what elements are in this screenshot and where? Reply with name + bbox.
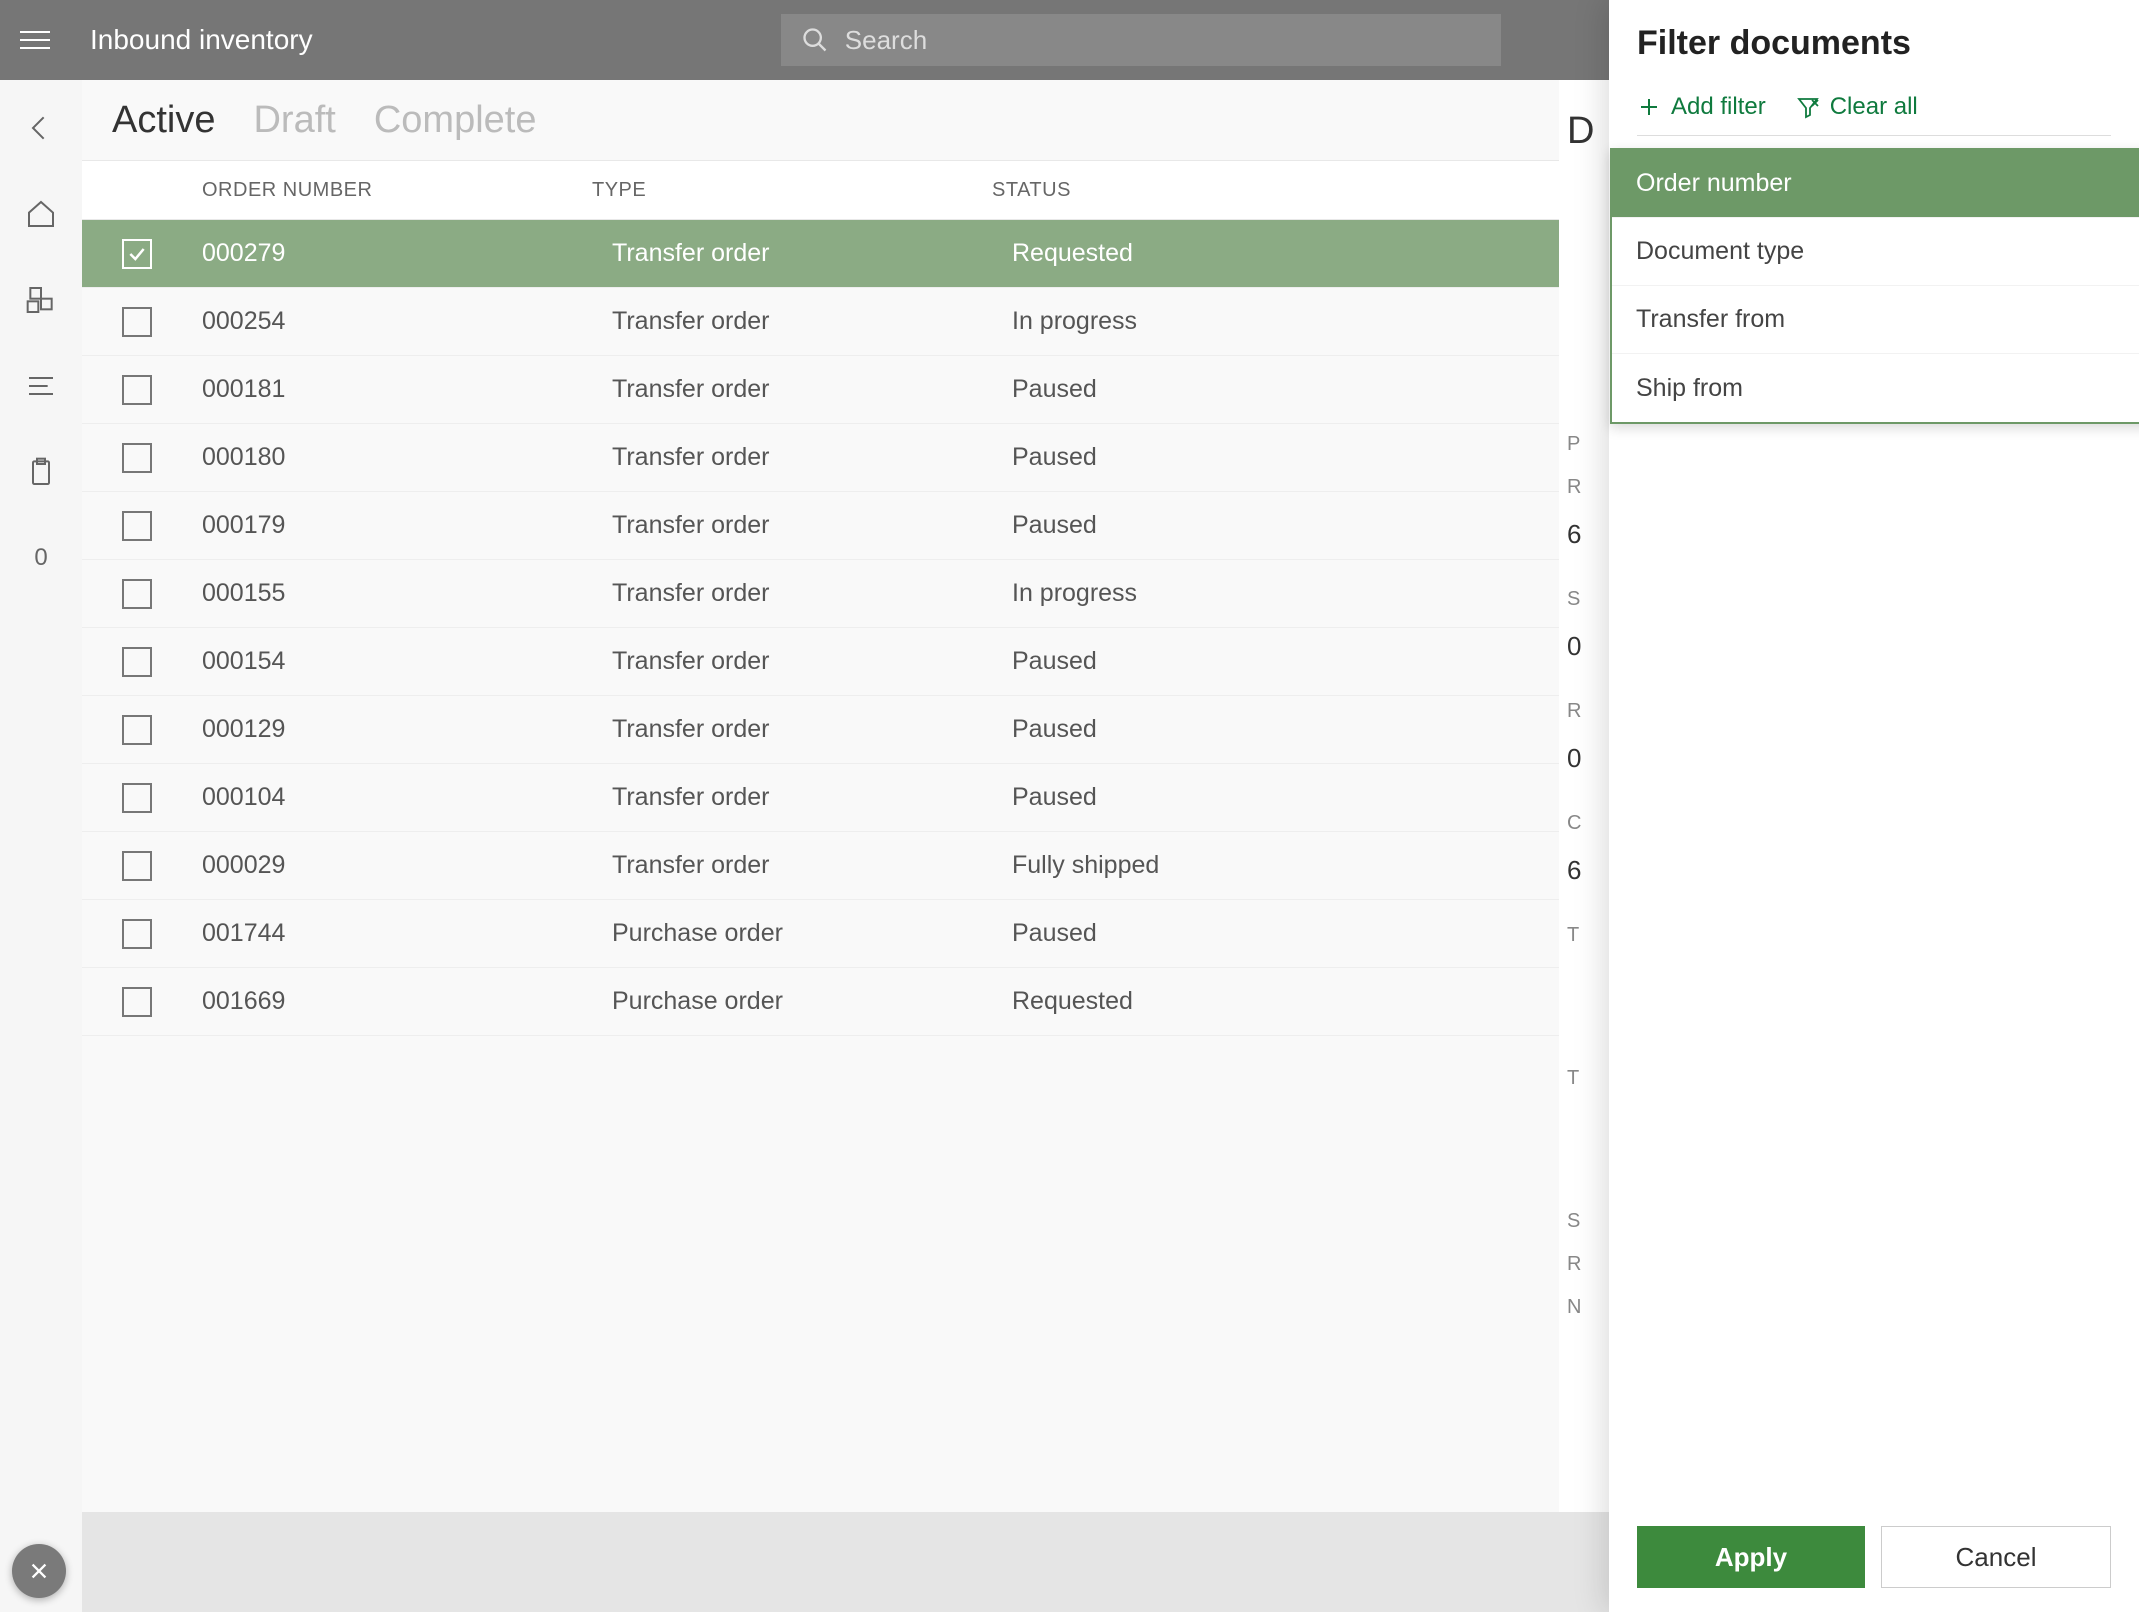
cell-order-number: 000181	[192, 375, 612, 404]
cell-order-number: 000155	[192, 579, 612, 608]
row-checkbox[interactable]	[122, 647, 152, 677]
cell-type: Transfer order	[612, 715, 1012, 744]
search-input[interactable]	[845, 25, 1481, 56]
cell-type: Purchase order	[612, 919, 1012, 948]
filter-title: Filter documents	[1637, 24, 2111, 63]
row-checkbox[interactable]	[122, 375, 152, 405]
tab-draft[interactable]: Draft	[253, 99, 335, 142]
home-icon[interactable]	[23, 196, 59, 232]
row-checkbox[interactable]	[122, 239, 152, 269]
row-checkbox[interactable]	[122, 919, 152, 949]
cell-type: Transfer order	[612, 783, 1012, 812]
apply-button[interactable]: Apply	[1637, 1526, 1865, 1588]
close-circle-button[interactable]	[12, 1544, 66, 1598]
row-checkbox[interactable]	[122, 987, 152, 1017]
tab-complete[interactable]: Complete	[374, 99, 537, 142]
list-icon[interactable]	[23, 368, 59, 404]
filter-documents-panel: Filter documents Add filter Clear all Or…	[1609, 0, 2139, 1612]
cell-type: Transfer order	[612, 443, 1012, 472]
th-order-number[interactable]: ORDER NUMBER	[172, 179, 592, 202]
dropdown-item[interactable]: Order number	[1612, 150, 2139, 218]
cell-order-number: 000180	[192, 443, 612, 472]
plus-icon	[1637, 95, 1661, 119]
hamburger-menu-icon[interactable]	[20, 25, 50, 55]
clear-all-link[interactable]: Clear all	[1796, 93, 1918, 121]
rail-zero[interactable]: 0	[23, 540, 59, 576]
th-type[interactable]: TYPE	[592, 179, 992, 202]
tab-active[interactable]: Active	[112, 99, 215, 142]
add-filter-link[interactable]: Add filter	[1637, 93, 1766, 121]
details-peek: D PR6S0R0C6TTSRN	[1559, 80, 1609, 1512]
dropdown-item[interactable]: Document type	[1612, 218, 2139, 286]
cancel-button[interactable]: Cancel	[1881, 1526, 2111, 1588]
cell-type: Transfer order	[612, 851, 1012, 880]
cell-type: Purchase order	[612, 987, 1012, 1016]
filter-actions: Add filter Clear all	[1637, 93, 2111, 136]
cell-type: Transfer order	[612, 647, 1012, 676]
cell-order-number: 000104	[192, 783, 612, 812]
left-nav-rail: 0	[0, 80, 82, 1612]
row-checkbox[interactable]	[122, 511, 152, 541]
cell-order-number: 000129	[192, 715, 612, 744]
back-icon[interactable]	[23, 110, 59, 146]
cell-order-number: 000154	[192, 647, 612, 676]
page-title: Inbound inventory	[90, 24, 313, 56]
cell-type: Transfer order	[612, 375, 1012, 404]
search-box[interactable]	[781, 14, 1501, 66]
boxes-icon[interactable]	[23, 282, 59, 318]
row-checkbox[interactable]	[122, 579, 152, 609]
clear-filter-icon	[1796, 95, 1820, 119]
row-checkbox[interactable]	[122, 715, 152, 745]
clipboard-icon[interactable]	[23, 454, 59, 490]
row-checkbox[interactable]	[122, 443, 152, 473]
search-icon	[801, 26, 829, 54]
row-checkbox[interactable]	[122, 307, 152, 337]
row-checkbox[interactable]	[122, 851, 152, 881]
cell-order-number: 000029	[192, 851, 612, 880]
cell-order-number: 000254	[192, 307, 612, 336]
cell-type: Transfer order	[612, 579, 1012, 608]
cell-order-number: 000179	[192, 511, 612, 540]
cell-type: Transfer order	[612, 239, 1012, 268]
row-checkbox[interactable]	[122, 783, 152, 813]
cell-type: Transfer order	[612, 307, 1012, 336]
cell-order-number: 000279	[192, 239, 612, 268]
dropdown-item[interactable]: Ship from	[1612, 354, 2139, 422]
filter-bottom-buttons: Apply Cancel	[1637, 1526, 2111, 1588]
cell-order-number: 001744	[192, 919, 612, 948]
cell-order-number: 001669	[192, 987, 612, 1016]
dropdown-item[interactable]: Transfer from	[1612, 286, 2139, 354]
cell-type: Transfer order	[612, 511, 1012, 540]
filter-field-dropdown: Order numberDocument typeTransfer fromSh…	[1610, 148, 2139, 424]
close-icon	[28, 1560, 50, 1582]
